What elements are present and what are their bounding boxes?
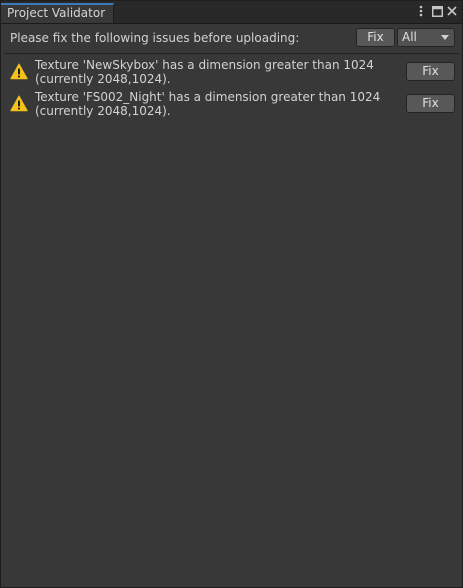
maximize-icon[interactable] bbox=[430, 4, 444, 18]
issue-row: Texture 'FS002_Night' has a dimension gr… bbox=[1, 88, 462, 120]
issue-message: Texture 'FS002_Night' has a dimension gr… bbox=[35, 90, 381, 118]
warning-icon bbox=[10, 63, 28, 80]
fix-issue-button[interactable]: Fix bbox=[406, 62, 455, 81]
fix-all-button[interactable]: Fix bbox=[356, 28, 395, 47]
issue-filter-dropdown[interactable]: All bbox=[397, 28, 455, 47]
issue-row: Texture 'NewSkybox' has a dimension grea… bbox=[1, 56, 462, 88]
project-validator-window: Project Validator Please fix the followi… bbox=[0, 0, 463, 588]
issue-filter-value: All bbox=[402, 30, 417, 44]
tab-project-validator[interactable]: Project Validator bbox=[1, 3, 114, 23]
tab-bar: Project Validator bbox=[1, 1, 462, 24]
warning-icon bbox=[10, 95, 28, 112]
kebab-menu-icon[interactable] bbox=[414, 4, 428, 18]
issue-message: Texture 'NewSkybox' has a dimension grea… bbox=[35, 58, 374, 86]
fix-issue-button[interactable]: Fix bbox=[406, 94, 455, 113]
toolbar-divider bbox=[4, 53, 459, 54]
instructions-text: Please fix the following issues before u… bbox=[10, 31, 300, 45]
chevron-down-icon bbox=[441, 35, 449, 40]
close-icon[interactable] bbox=[445, 4, 459, 18]
